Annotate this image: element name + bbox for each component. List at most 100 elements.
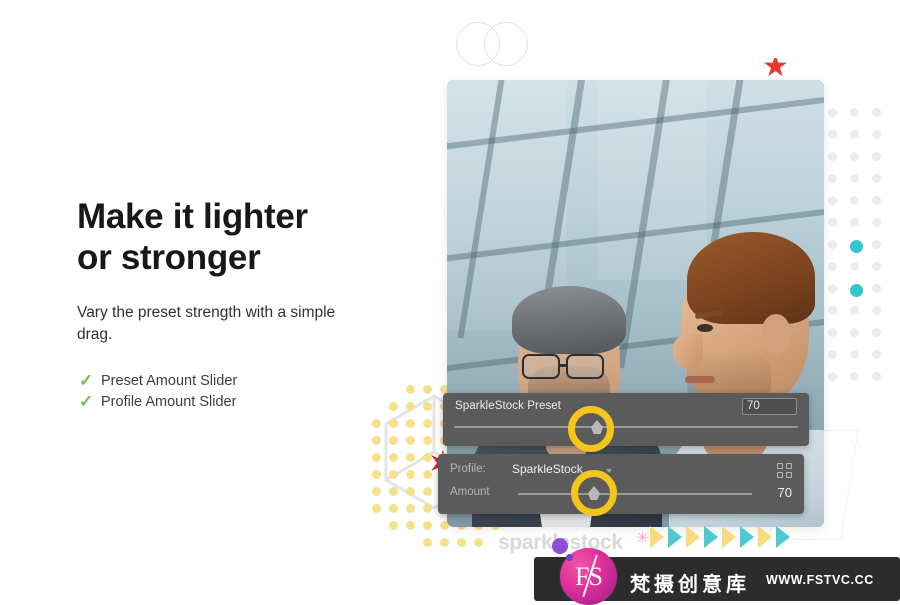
accent-dot <box>457 538 466 547</box>
accent-dot <box>406 402 415 411</box>
grid-dot <box>850 174 859 183</box>
grid-dot <box>850 152 859 161</box>
feature-checklist: ✓ Preset Amount Slider ✓ Profile Amount … <box>79 370 237 412</box>
accent-dot <box>474 538 483 547</box>
triangle-marker <box>776 526 790 548</box>
grid-dot <box>872 218 881 227</box>
list-item-label: Profile Amount Slider <box>101 393 237 410</box>
grid-dot <box>872 240 881 249</box>
amount-slider-handle[interactable] <box>588 486 600 500</box>
grid-dot <box>850 372 859 381</box>
grid-dot <box>850 328 859 337</box>
list-item: ✓ Profile Amount Slider <box>79 391 237 412</box>
grid-dot <box>850 196 859 205</box>
triangle-marker <box>722 526 736 548</box>
grid-cell <box>786 472 792 478</box>
red-star-icon: ★ <box>762 58 786 80</box>
page-title: Make it lighter or stronger <box>77 197 407 279</box>
ear <box>761 314 791 354</box>
grid-dot <box>828 284 837 293</box>
grid-dot <box>872 152 881 161</box>
chevron-down-icon[interactable] <box>606 469 612 473</box>
accent-dot <box>423 538 432 547</box>
list-item-label: Preset Amount Slider <box>101 372 238 389</box>
grid-dot <box>850 130 859 139</box>
accent-dot <box>372 487 381 496</box>
body-text: Vary the preset strength with a simple d… <box>77 304 336 343</box>
preset-slider-track[interactable] <box>454 426 798 428</box>
accent-dot <box>423 453 432 462</box>
grid-dot <box>850 306 859 315</box>
watermark-bar: FS 梵摄创意库 WWW.FSTVC.CC <box>534 538 900 605</box>
accent-dot <box>372 436 381 445</box>
logo-monogram: FS <box>575 561 603 591</box>
grid-dot <box>828 174 837 183</box>
grid-dot <box>872 284 881 293</box>
headline-line-1: Make it lighter <box>77 197 308 236</box>
accent-dot <box>406 470 415 479</box>
lips <box>685 376 715 383</box>
accent-dot <box>389 504 398 513</box>
accent-dot <box>406 453 415 462</box>
grid-dot <box>828 240 837 249</box>
accent-dot <box>389 436 398 445</box>
accent-dot <box>372 453 381 462</box>
accent-dot <box>389 487 398 496</box>
profile-label: Profile: <box>450 463 486 475</box>
preset-slider-handle[interactable] <box>591 420 603 434</box>
check-icon: ✓ <box>79 371 94 390</box>
nose <box>673 334 703 368</box>
poster-canvas: ★ SparkleStock Preset 70 Profile: Sparkl… <box>0 0 900 605</box>
grid-dot <box>828 218 837 227</box>
fs-logo-icon: FS <box>552 538 617 605</box>
amount-label: Amount <box>450 486 490 498</box>
accent-dot <box>423 436 432 445</box>
accent-dot <box>406 419 415 428</box>
accent-dot <box>372 419 381 428</box>
accent-dot <box>389 402 398 411</box>
eyeglass-lens-left <box>522 354 560 379</box>
grid-dot <box>872 328 881 337</box>
list-item: ✓ Preset Amount Slider <box>79 370 237 391</box>
amount-slider-track[interactable] <box>518 493 752 495</box>
accent-dot <box>389 419 398 428</box>
sparkle-asterisk-icon: ✳ <box>636 530 650 547</box>
preset-amount-panel[interactable]: SparkleStock Preset 70 <box>443 393 809 446</box>
accent-dot <box>423 521 432 530</box>
preset-value-field[interactable]: 70 <box>742 398 797 415</box>
grid-dot <box>872 174 881 183</box>
grid-dot <box>872 196 881 205</box>
check-icon: ✓ <box>79 392 94 411</box>
profile-amount-panel[interactable]: Profile: SparkleStock Amount 70 <box>438 454 804 514</box>
preset-value-text: 70 <box>747 400 760 412</box>
grid-dot <box>872 108 881 117</box>
accent-dot <box>423 487 432 496</box>
triangle-marker <box>650 526 664 548</box>
profile-value[interactable]: SparkleStock <box>512 462 583 476</box>
grid-dot <box>850 108 859 117</box>
watermark-url: WWW.FSTVC.CC <box>766 573 874 587</box>
grid-dot <box>872 350 881 359</box>
triangle-marker <box>704 526 718 548</box>
watermark-brand-name: 梵摄创意库 <box>630 572 750 596</box>
preset-title: SparkleStock Preset <box>455 400 562 412</box>
grid-dot <box>828 196 837 205</box>
accent-dot <box>423 419 432 428</box>
accent-dot <box>850 240 863 253</box>
grid-dot <box>850 350 859 359</box>
triangle-marker <box>686 526 700 548</box>
accent-dot <box>406 521 415 530</box>
grid-view-icon[interactable] <box>777 463 793 479</box>
hair <box>512 286 626 354</box>
circle-outline-right <box>484 22 528 66</box>
grid-cell <box>786 463 792 469</box>
grid-dot <box>828 328 837 337</box>
grid-dot <box>828 262 837 271</box>
preset-row: SparkleStock Preset 70 <box>443 393 809 446</box>
eyeglass-bridge <box>560 364 568 367</box>
grid-dot <box>828 306 837 315</box>
triangle-marker <box>758 526 772 548</box>
accent-dot <box>389 453 398 462</box>
grid-dot <box>828 350 837 359</box>
accent-dot <box>406 385 415 394</box>
